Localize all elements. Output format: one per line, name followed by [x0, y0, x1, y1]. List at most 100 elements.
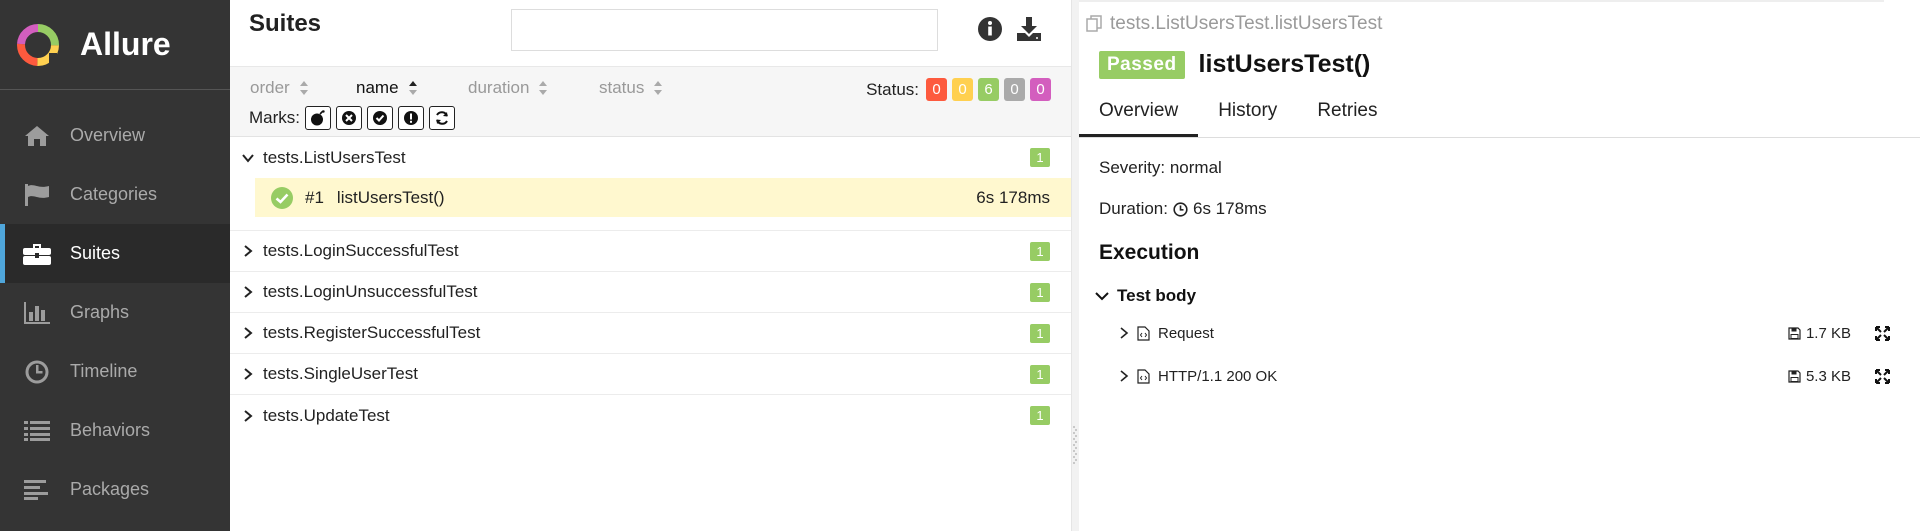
- sort-duration[interactable]: duration: [468, 78, 548, 98]
- chevron-right-icon: [1120, 370, 1129, 382]
- sidebar-item-packages[interactable]: Packages: [0, 460, 230, 519]
- suites-tree: tests.ListUsersTest 1 #1 listUsersTest()…: [230, 137, 1071, 436]
- tab-overview[interactable]: Overview: [1079, 90, 1199, 137]
- tree-group-name: tests.RegisterSuccessfulTest: [263, 323, 481, 342]
- sort-icon: [539, 81, 548, 95]
- mark-new-broken-button[interactable]: [398, 106, 424, 130]
- mark-retries-button[interactable]: [429, 106, 455, 130]
- list-icon: [22, 418, 52, 444]
- brand[interactable]: Allure: [0, 0, 230, 90]
- briefcase-icon: [22, 241, 52, 267]
- tree-group-row[interactable]: tests.ListUsersTest 1: [230, 137, 1071, 178]
- allure-logo-icon: [17, 23, 59, 66]
- tree-group-name: tests.ListUsersTest: [263, 147, 406, 167]
- mark-new-failed-button[interactable]: [336, 106, 362, 130]
- marks-label: Marks:: [249, 108, 300, 127]
- status-failed-toggle[interactable]: 0: [926, 78, 947, 101]
- status-filter-label: Status:: [866, 79, 919, 99]
- sidebar-item-label: Timeline: [70, 361, 138, 381]
- copy-icon: [1086, 15, 1102, 32]
- test-body-toggle[interactable]: Test body: [1095, 286, 1196, 306]
- flag-icon: [22, 182, 52, 208]
- chevron-right-icon: [244, 327, 253, 339]
- chevron-right-icon: [244, 368, 253, 380]
- chevron-right-icon: [1120, 327, 1129, 339]
- save-icon: [1788, 369, 1801, 383]
- severity: Severity: normal: [1099, 158, 1222, 178]
- tree-group-name: tests.LoginUnsuccessfulTest: [263, 282, 478, 301]
- marks-filter: Marks:: [249, 106, 455, 130]
- sidebar-item-behaviors[interactable]: Behaviors: [0, 401, 230, 460]
- brand-name: Allure: [80, 26, 171, 62]
- sort-duration-label: duration: [468, 78, 530, 97]
- sidebar-item-label: Graphs: [70, 302, 130, 322]
- test-name: listUsersTest(): [336, 187, 445, 207]
- tab-history[interactable]: History: [1198, 90, 1297, 137]
- sidebar-nav: Overview Categories Suites Graphs Timeli…: [0, 106, 230, 519]
- sidebar-item-suites[interactable]: Suites: [0, 224, 230, 283]
- sort-icon: [299, 81, 308, 95]
- status-skipped-toggle[interactable]: 0: [1004, 78, 1025, 101]
- top-divider: [1079, 0, 1884, 2]
- sidebar-item-label: Packages: [70, 479, 150, 499]
- align-left-icon: [22, 477, 52, 503]
- sort-order[interactable]: order: [250, 78, 309, 98]
- tab-retries[interactable]: Retries: [1297, 90, 1397, 137]
- tree-group-row[interactable]: tests.UpdateTest 1: [230, 395, 1071, 436]
- chevron-right-icon: [244, 286, 253, 298]
- tree-group-row[interactable]: tests.LoginSuccessfulTest 1: [230, 231, 1071, 272]
- sidebar-item-label: Categories: [70, 184, 158, 204]
- tree-group-row[interactable]: tests.LoginUnsuccessfulTest 1: [230, 272, 1071, 313]
- sort-order-label: order: [250, 78, 290, 97]
- selected-test-row[interactable]: #1 listUsersTest() 6s 178ms: [255, 178, 1071, 217]
- step-row[interactable]: Request 1.7 KB: [1119, 318, 1904, 348]
- status-badge: Passed: [1099, 50, 1185, 79]
- step-name: Request: [1158, 324, 1214, 342]
- breadcrumb[interactable]: tests.ListUsersTest.listUsersTest: [1086, 13, 1382, 35]
- duration-label: Duration:: [1099, 199, 1168, 218]
- expand-icon[interactable]: [1875, 325, 1890, 341]
- test-number: #1: [305, 187, 324, 207]
- sidebar-item-graphs[interactable]: Graphs: [0, 283, 230, 342]
- passed-count-badge: 1: [1030, 283, 1050, 302]
- check-circle-icon: [373, 111, 387, 125]
- clock-icon: [1173, 201, 1188, 217]
- status-passed-toggle[interactable]: 6: [978, 78, 999, 101]
- mark-new-passed-button[interactable]: [367, 106, 393, 130]
- suites-pane: Suites order name duration status Status…: [230, 0, 1071, 531]
- chevron-right-icon: [244, 245, 253, 257]
- attachment-size: 5.3 KB: [1788, 368, 1851, 385]
- info-icon[interactable]: [977, 16, 1003, 42]
- page-title: Suites: [249, 10, 322, 37]
- sidebar-item-label: Overview: [70, 125, 146, 145]
- chevron-down-icon: [1095, 292, 1109, 301]
- status-broken-toggle[interactable]: 0: [952, 78, 973, 101]
- sidebar-item-timeline[interactable]: Timeline: [0, 342, 230, 401]
- retry-icon: [436, 111, 448, 125]
- execution-heading: Execution: [1099, 241, 1200, 264]
- save-icon: [1788, 326, 1801, 340]
- sort-icon: [654, 81, 663, 95]
- sidebar-item-categories[interactable]: Categories: [0, 165, 230, 224]
- close-circle-icon: [342, 111, 356, 125]
- expand-icon[interactable]: [1875, 368, 1890, 384]
- tree-group-row[interactable]: tests.RegisterSuccessfulTest 1: [230, 313, 1071, 354]
- tree-group-row[interactable]: tests.SingleUserTest 1: [230, 354, 1071, 395]
- drag-handle-icon[interactable]: [1073, 425, 1077, 465]
- sort-status[interactable]: status: [599, 78, 663, 98]
- file-code-icon: [1137, 325, 1150, 341]
- test-detail-pane: tests.ListUsersTest.listUsersTest Passed…: [1079, 0, 1920, 531]
- attachment-size-text: 5.3 KB: [1805, 367, 1851, 385]
- step-row[interactable]: HTTP/1.1 200 OK 5.3 KB: [1119, 361, 1904, 391]
- chevron-right-icon: [244, 409, 253, 422]
- sidebar-item-overview[interactable]: Overview: [0, 106, 230, 165]
- passed-count-badge: 1: [1030, 406, 1050, 425]
- status-unknown-toggle[interactable]: 0: [1030, 78, 1051, 101]
- sort-name[interactable]: name: [356, 78, 418, 98]
- sort-name-label: name: [356, 78, 399, 97]
- sort-toolbar: order name duration status Status: 0 0 6…: [230, 67, 1071, 137]
- download-icon[interactable]: [1016, 16, 1042, 42]
- search-input[interactable]: [511, 9, 938, 51]
- test-title-row: Passed listUsersTest(): [1099, 50, 1370, 79]
- mark-flaky-button[interactable]: [305, 106, 331, 130]
